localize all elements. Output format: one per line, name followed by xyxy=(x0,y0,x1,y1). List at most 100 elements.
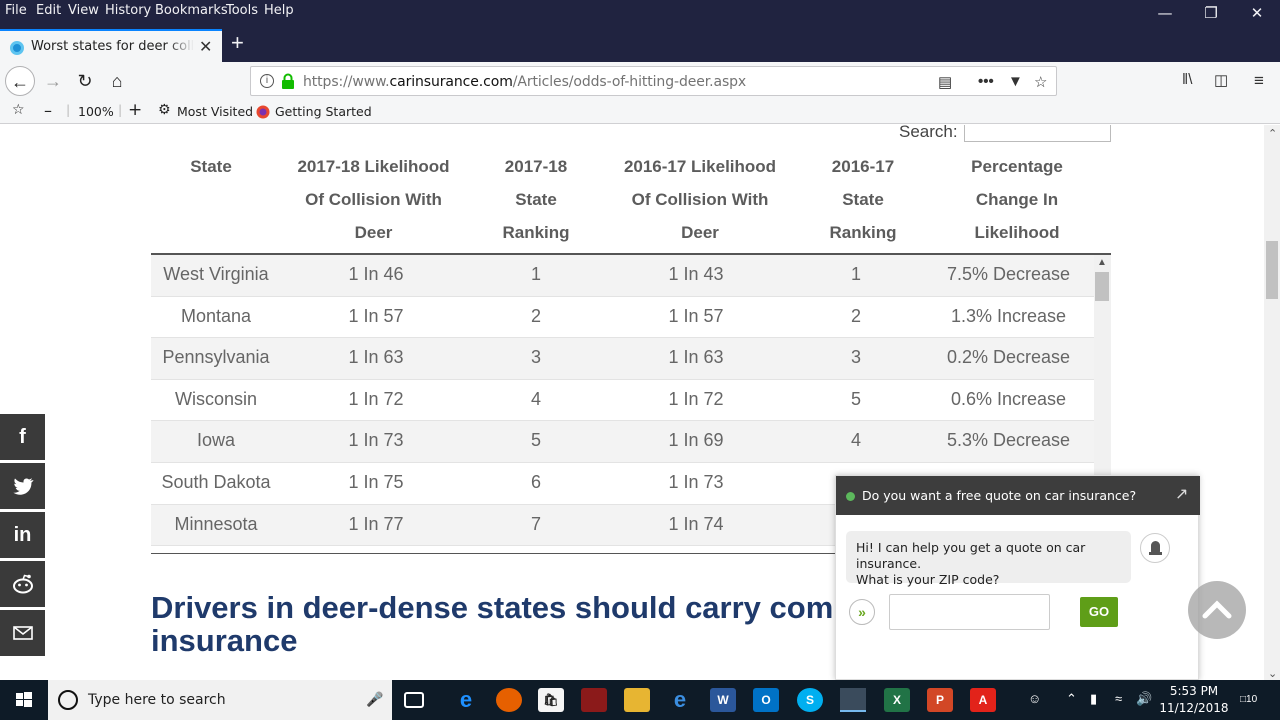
info-icon[interactable]: i xyxy=(260,74,274,88)
minimize-button[interactable]: — xyxy=(1142,2,1188,24)
microphone-icon[interactable]: 🎤 xyxy=(366,691,383,708)
table-scroll-thumb[interactable] xyxy=(1095,272,1109,301)
game-app-icon[interactable] xyxy=(581,688,607,712)
chat-title: Do you want a free quote on car insuranc… xyxy=(862,488,1137,503)
tab-active[interactable]: Worst states for deer collision - c ✕ xyxy=(0,29,222,62)
scroll-down-arrow-icon[interactable]: ⌄ xyxy=(1268,667,1277,680)
zoom-out-button[interactable]: – xyxy=(44,101,52,120)
wifi-icon[interactable]: ≈ xyxy=(1115,691,1122,706)
menu-history[interactable]: History xyxy=(105,3,151,18)
clock[interactable]: 5:53 PM 11/12/2018 xyxy=(1158,683,1230,717)
url-text[interactable]: https://www.carinsurance.com/Articles/od… xyxy=(303,74,746,90)
home-button[interactable]: ⌂ xyxy=(102,66,132,96)
cell-state: Minnesota xyxy=(174,513,258,534)
table-row: Montana 1 In 57 2 1 In 57 2 1.3% Increase xyxy=(151,297,1094,339)
firefox-active-icon[interactable] xyxy=(840,688,866,712)
cell-ranking-2016: 4 xyxy=(850,430,861,451)
forward-button[interactable]: → xyxy=(38,66,68,96)
word-icon[interactable]: W xyxy=(710,688,736,712)
scroll-up-arrow-icon[interactable]: ▲ xyxy=(1097,257,1107,268)
acrobat-icon[interactable]: A xyxy=(970,688,996,712)
people-icon[interactable]: ☺ xyxy=(1028,691,1041,706)
store-icon[interactable]: 🛍 xyxy=(538,688,564,712)
firefox-taskbar-icon[interactable] xyxy=(496,688,522,712)
back-button[interactable]: ← xyxy=(5,66,35,96)
menu-help[interactable]: Help xyxy=(264,3,294,18)
task-view-icon[interactable] xyxy=(404,692,424,708)
table-search-input[interactable] xyxy=(964,125,1111,142)
col-header-percentage-change[interactable]: Percentage Change In Likelihood xyxy=(952,150,1082,249)
zoom-level[interactable]: 100% xyxy=(78,104,114,119)
cell-percentage-change: 1.3% Increase xyxy=(950,305,1067,326)
cell-likelihood-2017: 1 In 75 xyxy=(348,472,404,492)
pocket-icon[interactable]: ▼ xyxy=(1008,73,1023,90)
cell-likelihood-2016: 1 In 43 xyxy=(668,264,724,284)
col-header-line: Likelihood xyxy=(974,223,1060,242)
linkedin-icon: in xyxy=(13,524,32,546)
col-header-state[interactable]: State xyxy=(151,150,271,183)
url-bar[interactable]: i https://www.carinsurance.com/Articles/… xyxy=(250,66,1057,96)
facebook-share-button[interactable]: f xyxy=(0,414,45,460)
reddit-share-button[interactable] xyxy=(0,561,45,607)
cell-state: Iowa xyxy=(196,430,236,451)
lock-icon[interactable] xyxy=(281,73,295,90)
bookmark-getting-started[interactable]: Getting Started xyxy=(275,104,372,119)
col-header-ranking-2016[interactable]: 2016-17 State Ranking xyxy=(813,150,913,249)
reader-view-icon[interactable]: ▤ xyxy=(938,73,952,91)
cell-percentage-change: 0.6% Increase xyxy=(950,388,1067,409)
start-button[interactable] xyxy=(0,680,48,720)
zip-code-input[interactable] xyxy=(889,594,1050,630)
col-header-ranking-2017[interactable]: 2017-18 State Ranking xyxy=(486,150,586,249)
page-scroll-thumb[interactable] xyxy=(1266,241,1278,299)
close-window-button[interactable]: ✕ xyxy=(1234,2,1280,24)
tab-close-icon[interactable]: ✕ xyxy=(199,37,212,57)
excel-icon[interactable]: X xyxy=(884,688,910,712)
chat-header[interactable]: Do you want a free quote on car insuranc… xyxy=(836,476,1200,515)
bookmark-star-icon[interactable]: ☆ xyxy=(1034,73,1047,91)
menu-edit[interactable]: Edit xyxy=(36,3,61,18)
bookmark-star-icon[interactable]: ☆ xyxy=(12,102,25,118)
separator: | xyxy=(118,102,123,117)
cell-likelihood-2017: 1 In 46 xyxy=(348,264,404,284)
zoom-in-button[interactable]: + xyxy=(128,100,142,120)
chevron-up-icon[interactable]: ⌃ xyxy=(1066,691,1077,707)
reload-button[interactable]: ↻ xyxy=(70,66,100,96)
menu-tools[interactable]: Tools xyxy=(226,3,258,18)
library-icon[interactable]: ‖\ xyxy=(1182,71,1192,88)
email-share-button[interactable] xyxy=(0,610,45,656)
restore-button[interactable]: ❐ xyxy=(1188,2,1234,24)
outlook-icon[interactable]: O xyxy=(753,688,779,712)
site-favicon-icon xyxy=(10,41,24,55)
col-header-likelihood-2016[interactable]: 2016-17 Likelihood Of Collision With Dee… xyxy=(608,150,792,249)
edge-icon[interactable]: e xyxy=(453,688,479,712)
new-tab-button[interactable]: + xyxy=(231,30,244,56)
page-actions-icon[interactable]: ••• xyxy=(978,73,994,90)
scroll-to-top-button[interactable] xyxy=(1188,581,1246,639)
scroll-up-arrow-icon[interactable]: ⌃ xyxy=(1268,127,1277,140)
firefox-icon xyxy=(256,105,270,119)
menu-bookmarks[interactable]: Bookmarks xyxy=(155,3,228,18)
expand-icon[interactable]: ↗ xyxy=(1175,484,1188,504)
cell-likelihood-2016: 1 In 63 xyxy=(668,347,724,368)
col-header-line: State xyxy=(515,190,557,209)
table-row: Iowa 1 In 73 5 1 In 69 4 5.3% Decrease xyxy=(151,421,1094,463)
volume-icon[interactable]: 🔊 xyxy=(1136,691,1152,707)
taskbar-search-box[interactable]: Type here to search 🎤 xyxy=(48,680,392,720)
page-scrollbar[interactable]: ⌃ ⌄ xyxy=(1264,125,1280,680)
sidebar-icon[interactable]: ◫ xyxy=(1214,71,1228,89)
gear-icon: ⚙ xyxy=(158,102,171,118)
notification-center-icon[interactable]: □10 xyxy=(1240,694,1257,705)
skype-icon[interactable]: S xyxy=(797,688,823,712)
bookmark-most-visited[interactable]: Most Visited xyxy=(177,104,253,119)
col-header-likelihood-2017[interactable]: 2017-18 Likelihood Of Collision With Dee… xyxy=(282,150,465,249)
internet-explorer-icon[interactable]: e xyxy=(667,688,693,712)
go-button[interactable]: GO xyxy=(1080,597,1118,627)
powerpoint-icon[interactable]: P xyxy=(927,688,953,712)
file-explorer-icon[interactable] xyxy=(624,688,650,712)
menu-file[interactable]: File xyxy=(5,3,27,18)
menu-view[interactable]: View xyxy=(68,3,99,18)
linkedin-share-button[interactable]: in xyxy=(0,512,45,558)
hamburger-menu-icon[interactable]: ≡ xyxy=(1254,71,1264,91)
twitter-share-button[interactable] xyxy=(0,463,45,509)
battery-icon[interactable]: ▮ xyxy=(1090,691,1097,707)
